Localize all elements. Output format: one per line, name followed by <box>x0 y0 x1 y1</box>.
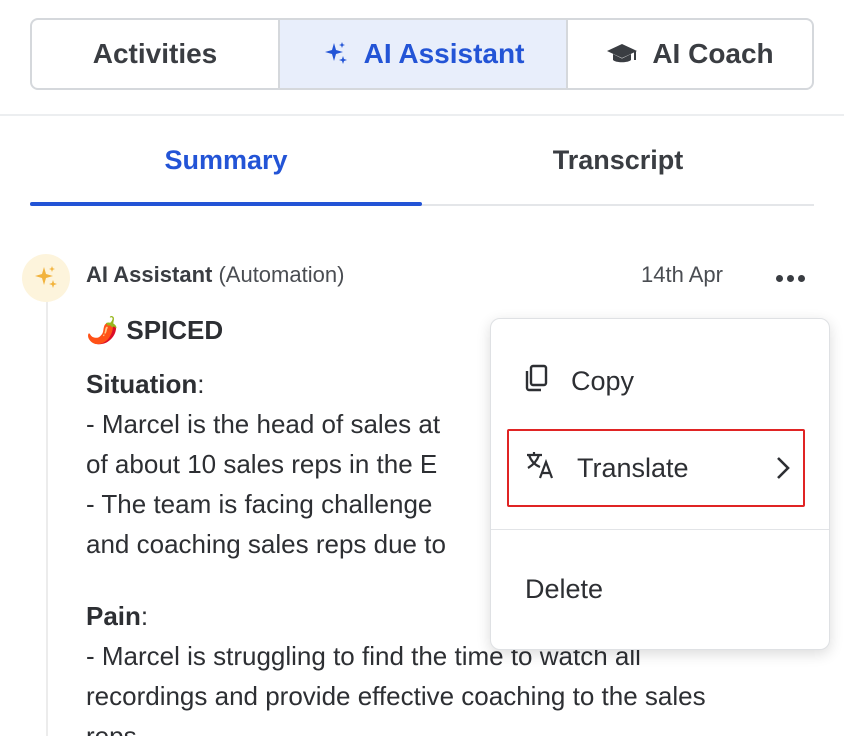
tab-summary[interactable]: Summary <box>30 116 422 206</box>
menu-item-translate[interactable]: Translate <box>507 429 805 507</box>
menu-divider <box>491 529 829 530</box>
copy-icon <box>523 364 549 399</box>
pain-line: recordings and provide effective coachin… <box>86 681 706 711</box>
tab-activities[interactable]: Activities <box>32 20 278 88</box>
situation-label: Situation <box>86 369 198 399</box>
avatar <box>22 254 70 302</box>
message-header: AI Assistant (Automation) <box>86 262 344 288</box>
tab-ai-assistant[interactable]: AI Assistant <box>278 20 566 88</box>
message-author: AI Assistant <box>86 262 213 287</box>
dot-icon <box>797 274 805 282</box>
pain-line: reps. <box>86 721 144 736</box>
tab-summary-label: Summary <box>164 144 288 175</box>
ai-assistant-panel: Activities AI Assistant AI Coach Summary… <box>0 0 844 736</box>
tab-transcript[interactable]: Transcript <box>422 116 814 206</box>
chevron-right-icon <box>775 455 791 488</box>
pain-label: Pain <box>86 601 141 631</box>
menu-item-copy-label: Copy <box>571 365 635 396</box>
message-context-menu: Copy Translate Delete <box>490 318 830 650</box>
menu-item-translate-label: Translate <box>577 452 689 483</box>
message-role: (Automation) <box>218 262 345 287</box>
tab-transcript-label: Transcript <box>552 144 684 175</box>
dot-icon <box>775 274 783 282</box>
message-date: 14th Apr <box>641 262 723 287</box>
more-options-button[interactable] <box>770 264 810 292</box>
menu-item-copy[interactable]: Copy <box>491 349 829 413</box>
tab-ai-assistant-label: AI Assistant <box>363 38 525 69</box>
translate-icon <box>525 450 555 487</box>
sub-tab-bar: Summary Transcript <box>30 116 814 206</box>
sparkle-icon <box>322 40 350 68</box>
active-tab-indicator <box>30 202 422 206</box>
chili-pepper-icon: 🌶️ <box>86 315 119 345</box>
summary-title-text: SPICED <box>126 315 224 345</box>
timeline-line <box>46 300 48 736</box>
dot-icon <box>786 274 794 282</box>
menu-item-delete[interactable]: Delete <box>491 557 829 621</box>
tab-ai-coach[interactable]: AI Coach <box>566 20 812 88</box>
graduation-cap-icon <box>606 41 638 67</box>
top-tab-bar: Activities AI Assistant AI Coach <box>30 18 814 90</box>
sparkle-icon <box>35 266 57 288</box>
menu-item-delete-label: Delete <box>525 573 604 604</box>
tab-ai-coach-label: AI Coach <box>652 38 774 69</box>
tab-activities-label: Activities <box>92 38 218 69</box>
